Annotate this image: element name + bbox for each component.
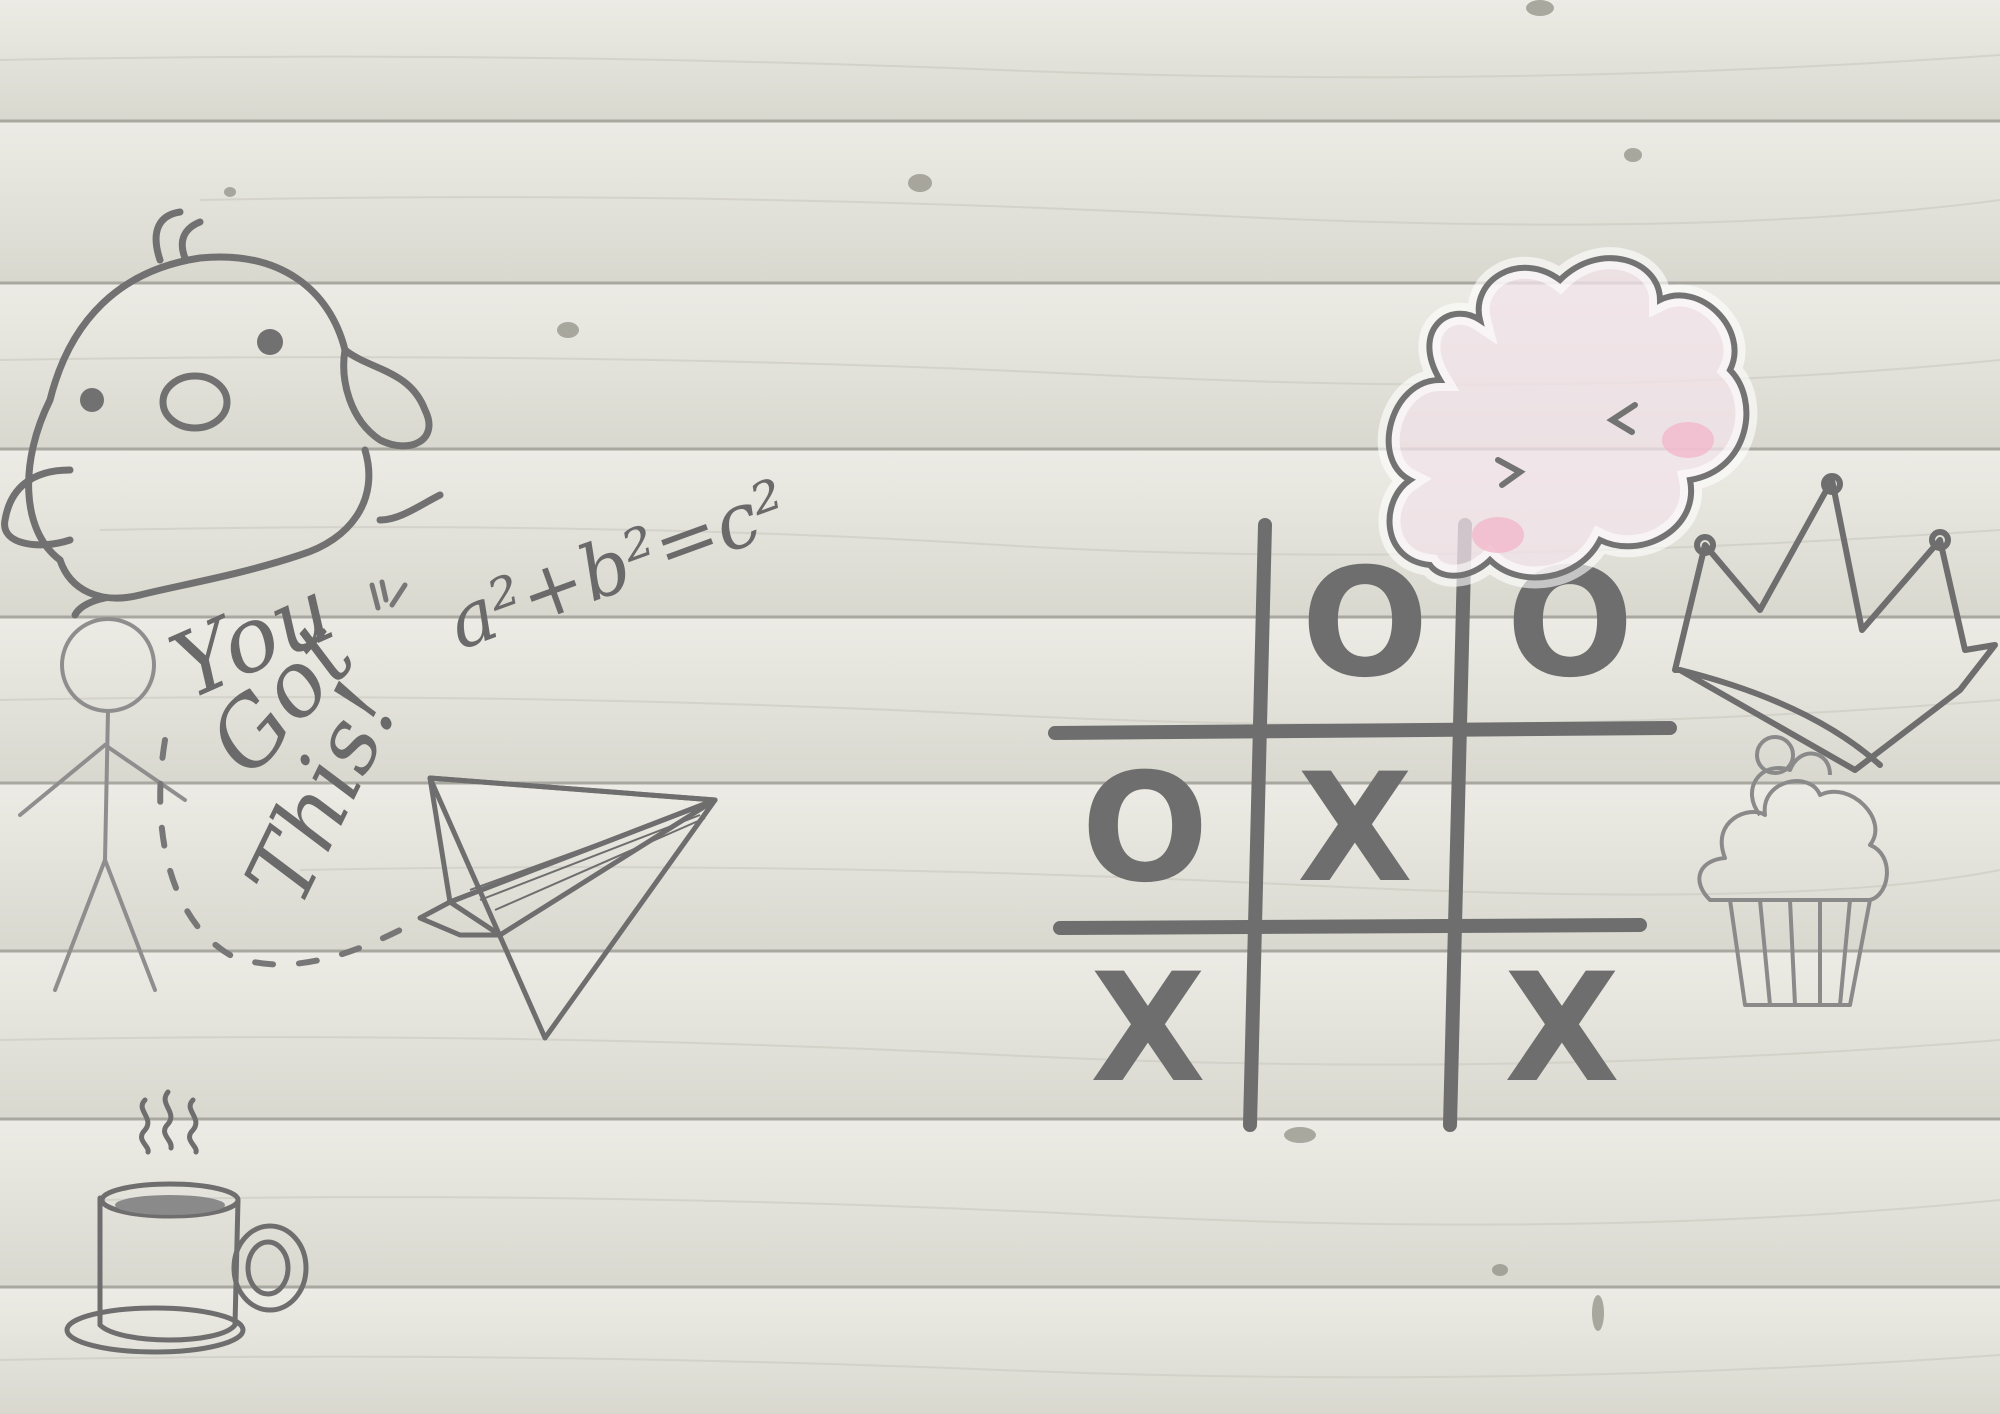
cell-r2-c2: X	[1504, 942, 1620, 1116]
doodle-board: You Got This! a²+b²=c² O O O X X X	[0, 0, 2000, 1414]
cell-r2-c0: X	[1090, 942, 1206, 1116]
board-canvas: You Got This! a²+b²=c² O O O X X X	[0, 0, 2000, 1414]
coffee-surface	[115, 1195, 225, 1215]
cell-r1-c0: O	[1081, 742, 1209, 916]
cell-r1-c1: X	[1297, 742, 1413, 916]
